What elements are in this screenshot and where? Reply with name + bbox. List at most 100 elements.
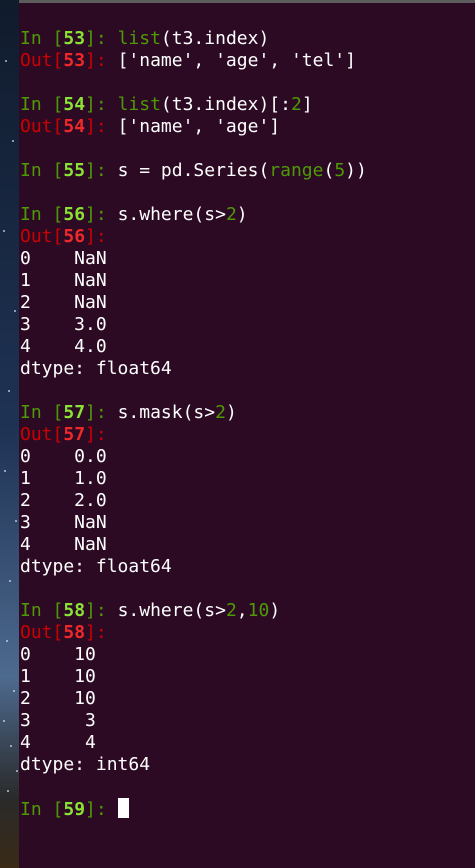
- output-text: dtype: float64: [20, 556, 172, 577]
- code-token: s.where(s>: [117, 204, 226, 225]
- output-line: 2 2.0: [20, 490, 475, 512]
- output-line: dtype: int64: [20, 754, 475, 776]
- code-token: ]: [301, 94, 313, 115]
- output-line: dtype: float64: [20, 358, 475, 380]
- output-text: 4 4.0: [20, 336, 107, 357]
- out-prompt-close: ]:: [85, 50, 118, 71]
- code-token: s.where(s>: [117, 600, 226, 621]
- output-line: 4 4.0: [20, 336, 475, 358]
- wallpaper-star: [14, 310, 16, 312]
- out-prompt-close: ]:: [85, 622, 118, 643]
- code-token: 5: [334, 160, 346, 181]
- out-prompt-number: 57: [63, 424, 86, 445]
- code-token: 2: [225, 600, 237, 621]
- code-token: )): [345, 160, 367, 181]
- code-token: 2: [225, 204, 237, 225]
- in-prompt-close: ]:: [85, 94, 118, 115]
- desktop-wallpaper-strip: [0, 0, 19, 868]
- output-line: 2 NaN: [20, 292, 475, 314]
- wallpaper-star: [13, 690, 15, 692]
- output-text: 1 1.0: [20, 468, 107, 489]
- code-token: (t3.index)[:: [160, 94, 291, 115]
- in-prompt-close: ]:: [85, 799, 118, 820]
- wallpaper-star: [15, 520, 17, 522]
- in-prompt-number: 56: [63, 204, 86, 225]
- out-prompt-label: Out[: [20, 116, 64, 137]
- wallpaper-star: [9, 580, 11, 582]
- output-line: 4 4: [20, 732, 475, 754]
- output-text: dtype: float64: [20, 358, 172, 379]
- in-prompt-label: In [: [20, 94, 64, 115]
- in-prompt-number: 54: [63, 94, 86, 115]
- input-prompt-line: In [53]: list(t3.index): [20, 28, 475, 50]
- in-prompt-label: In [: [20, 160, 64, 181]
- input-prompt-line: In [55]: s = pd.Series(range(5)): [20, 160, 475, 182]
- code-token: 2: [215, 402, 226, 423]
- wallpaper-star: [6, 640, 8, 642]
- out-prompt-label: Out[: [20, 50, 64, 71]
- in-prompt-number: 59: [63, 799, 86, 820]
- out-prompt-number: 54: [63, 116, 86, 137]
- text-cursor[interactable]: [117, 798, 129, 818]
- screen: In [53]: list(t3.index) Out[53]: ['name',…: [0, 0, 475, 868]
- in-prompt-number: 53: [63, 28, 86, 49]
- output-text: 4 4: [20, 732, 96, 753]
- output-prompt-line: Out[56]:: [20, 226, 475, 248]
- code-token: ): [269, 600, 281, 621]
- output-line: 0 NaN: [20, 248, 475, 270]
- wallpaper-star: [4, 470, 6, 472]
- code-token: (: [323, 160, 335, 181]
- output-text: 0 0.0: [20, 446, 107, 467]
- in-prompt-number: 58: [63, 600, 86, 621]
- in-prompt-label: In [: [20, 402, 64, 423]
- output-prompt-line: Out[54]: ['name', 'age']: [20, 116, 475, 138]
- ipython-terminal[interactable]: In [53]: list(t3.index) Out[53]: ['name',…: [19, 0, 475, 868]
- in-prompt-close: ]:: [85, 160, 118, 181]
- in-prompt-label: In [: [20, 204, 64, 225]
- code-token: range: [269, 160, 324, 181]
- out-prompt-close: ]:: [85, 226, 118, 247]
- input-prompt-line: In [57]: s.mask(s>2): [20, 402, 475, 424]
- output-text: 0 10: [20, 644, 96, 665]
- output-line: 3 3: [20, 710, 475, 732]
- in-prompt-number: 57: [63, 402, 86, 423]
- in-prompt-close: ]:: [85, 600, 118, 621]
- in-prompt-close: ]:: [85, 204, 118, 225]
- output-text: 3 NaN: [20, 512, 107, 533]
- output-line: 0 0.0: [20, 446, 475, 468]
- output-line: 3 NaN: [20, 512, 475, 534]
- output-line: 1 10: [20, 666, 475, 688]
- wallpaper-star: [10, 745, 12, 747]
- input-prompt-line: In [56]: s.where(s>2): [20, 204, 475, 226]
- out-prompt-number: 58: [63, 622, 86, 643]
- in-prompt-number: 55: [63, 160, 86, 181]
- in-prompt-label: In [: [20, 28, 64, 49]
- output-text: 0 NaN: [20, 248, 107, 269]
- output-text: 2 2.0: [20, 490, 107, 511]
- wallpaper-star: [3, 720, 5, 722]
- code-token: (t3.index): [160, 28, 270, 49]
- code-token: 2: [290, 94, 302, 115]
- out-prompt-label: Out[: [20, 622, 64, 643]
- output-line: 4 NaN: [20, 534, 475, 556]
- output-line: 0 10: [20, 644, 475, 666]
- output-value: ['name', 'age', 'tel']: [117, 50, 356, 71]
- output-line: 2 10: [20, 688, 475, 710]
- code-token: 10: [247, 600, 270, 621]
- output-text: 3 3.0: [20, 314, 107, 335]
- current-prompt-line: In [59]:: [20, 798, 475, 820]
- out-prompt-close: ]:: [85, 116, 118, 137]
- out-prompt-label: Out[: [20, 226, 64, 247]
- in-prompt-close: ]:: [85, 402, 118, 423]
- wallpaper-star: [8, 390, 10, 392]
- input-prompt-line: In [54]: list(t3.index)[:2]: [20, 94, 475, 116]
- wallpaper-star: [16, 770, 18, 772]
- code-token: list: [117, 28, 161, 49]
- output-line: 1 NaN: [20, 270, 475, 292]
